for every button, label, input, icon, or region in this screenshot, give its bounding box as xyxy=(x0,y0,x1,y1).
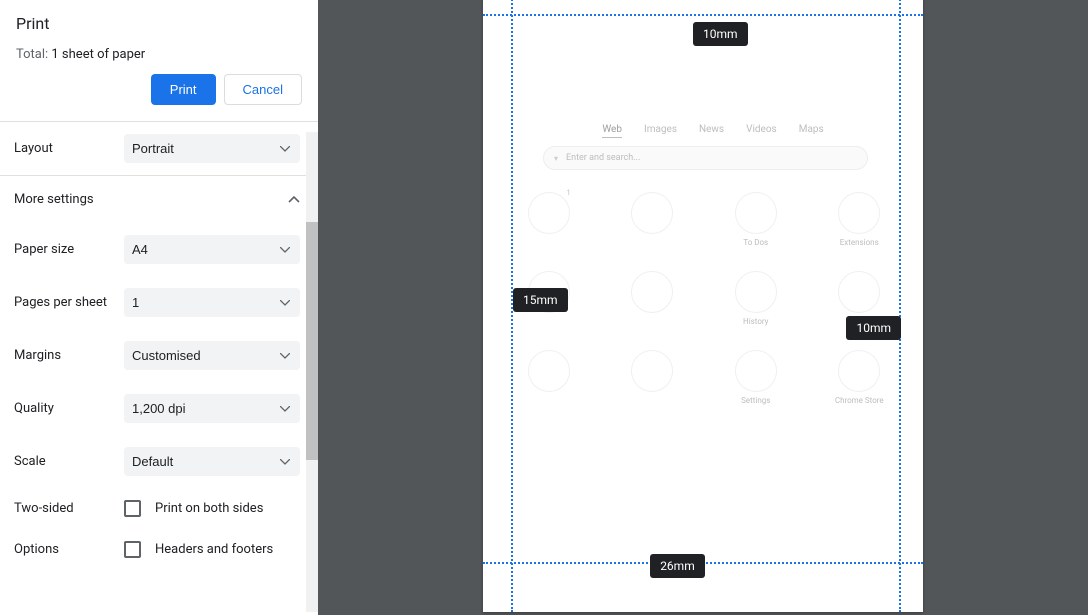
preview-tile-circle xyxy=(631,192,673,234)
print-button[interactable]: Print xyxy=(151,74,216,105)
two-sided-label: Two-sided xyxy=(14,501,124,516)
options-label: Options xyxy=(14,542,124,557)
preview-tile-circle xyxy=(838,350,880,392)
margin-badge-top[interactable]: 10mm xyxy=(693,22,748,46)
quality-row: Quality 1,200 dpi xyxy=(0,382,318,435)
preview-tile-circle xyxy=(838,192,880,234)
preview-tile-badge: 1 xyxy=(567,189,571,197)
two-sided-row: Two-sided Print on both sides xyxy=(0,488,318,529)
print-title: Print xyxy=(16,14,302,33)
preview-tile: Extensions xyxy=(808,192,912,247)
pages-per-sheet-row: Pages per sheet 1 xyxy=(0,276,318,329)
headers-footers-option: Headers and footers xyxy=(155,542,273,557)
preview-tile xyxy=(601,192,705,247)
preview-tile-circle xyxy=(631,350,673,392)
preview-tile: To Dos xyxy=(704,192,808,247)
quality-label: Quality xyxy=(14,401,124,416)
margin-guide-right[interactable] xyxy=(899,0,901,612)
paper-size-label: Paper size xyxy=(14,242,124,257)
margin-badge-right[interactable]: 10mm xyxy=(846,316,901,340)
margins-label: Margins xyxy=(14,348,124,363)
preview-tabs: Web Images News Videos Maps xyxy=(563,124,863,138)
cancel-button[interactable]: Cancel xyxy=(224,74,302,105)
preview-tile-circle xyxy=(838,271,880,313)
two-sided-checkbox[interactable] xyxy=(124,500,141,517)
preview-tile-circle xyxy=(735,350,777,392)
scale-label: Scale xyxy=(14,454,124,469)
preview-tab-images: Images xyxy=(644,124,677,138)
preview-tile-label: Extensions xyxy=(840,238,879,247)
preview-tile: History xyxy=(704,271,808,326)
preview-page[interactable]: Web Images News Videos Maps Enter and se… xyxy=(483,0,923,612)
layout-row: Layout Portrait xyxy=(0,122,318,175)
print-preview-area: Web Images News Videos Maps Enter and se… xyxy=(318,0,1088,615)
margin-badge-left[interactable]: 15mm xyxy=(513,288,568,312)
scale-row: Scale Default xyxy=(0,435,318,488)
preview-tile-circle xyxy=(528,192,570,234)
more-settings-label: More settings xyxy=(14,192,94,207)
print-settings-sidebar: Print Total: 1 sheet of paper Print Canc… xyxy=(0,0,318,615)
layout-select[interactable]: Portrait xyxy=(124,134,300,163)
print-total: Total: 1 sheet of paper xyxy=(16,47,302,62)
preview-tile-label: History xyxy=(743,317,768,326)
two-sided-option: Print on both sides xyxy=(155,501,263,516)
headers-footers-checkbox[interactable] xyxy=(124,541,141,558)
margins-select[interactable]: Customised xyxy=(124,341,300,370)
preview-tile-circle xyxy=(631,271,673,313)
preview-tile xyxy=(601,350,705,405)
pages-per-sheet-select[interactable]: 1 xyxy=(124,288,300,317)
preview-tile-circle xyxy=(528,350,570,392)
layout-label: Layout xyxy=(14,141,124,156)
settings-scrollbar-track[interactable] xyxy=(306,132,318,612)
settings-scrollbar-thumb[interactable] xyxy=(306,222,318,460)
preview-search-bar: Enter and search... xyxy=(543,146,868,170)
preview-tile-circle xyxy=(735,271,777,313)
options-row: Options Headers and footers xyxy=(0,529,318,570)
more-settings-toggle[interactable]: More settings xyxy=(0,176,318,223)
preview-tile xyxy=(601,271,705,326)
settings-body: Layout Portrait More settings Paper size… xyxy=(0,122,318,615)
preview-tab-maps: Maps xyxy=(799,124,824,138)
sidebar-header: Print Total: 1 sheet of paper xyxy=(0,0,318,72)
preview-tile-label: Chrome Store xyxy=(835,396,884,405)
preview-tab-videos: Videos xyxy=(746,124,777,138)
preview-tab-news: News xyxy=(699,124,724,138)
paper-size-select[interactable]: A4 xyxy=(124,235,300,264)
pages-per-sheet-label: Pages per sheet xyxy=(14,295,124,310)
margin-badge-bottom[interactable]: 26mm xyxy=(650,554,705,578)
preview-tile: Settings xyxy=(704,350,808,405)
preview-tile-label: To Dos xyxy=(743,238,768,247)
preview-tile: Chrome Store xyxy=(808,350,912,405)
paper-size-row: Paper size A4 xyxy=(0,223,318,276)
margins-row: Margins Customised xyxy=(0,329,318,382)
preview-tile-label: Settings xyxy=(741,396,770,405)
scale-select[interactable]: Default xyxy=(124,447,300,476)
button-row: Print Cancel xyxy=(0,72,318,121)
margin-guide-top[interactable] xyxy=(483,14,923,16)
quality-select[interactable]: 1,200 dpi xyxy=(124,394,300,423)
preview-tile-circle xyxy=(735,192,777,234)
preview-tab-web: Web xyxy=(602,124,622,138)
chevron-up-icon xyxy=(288,194,300,206)
